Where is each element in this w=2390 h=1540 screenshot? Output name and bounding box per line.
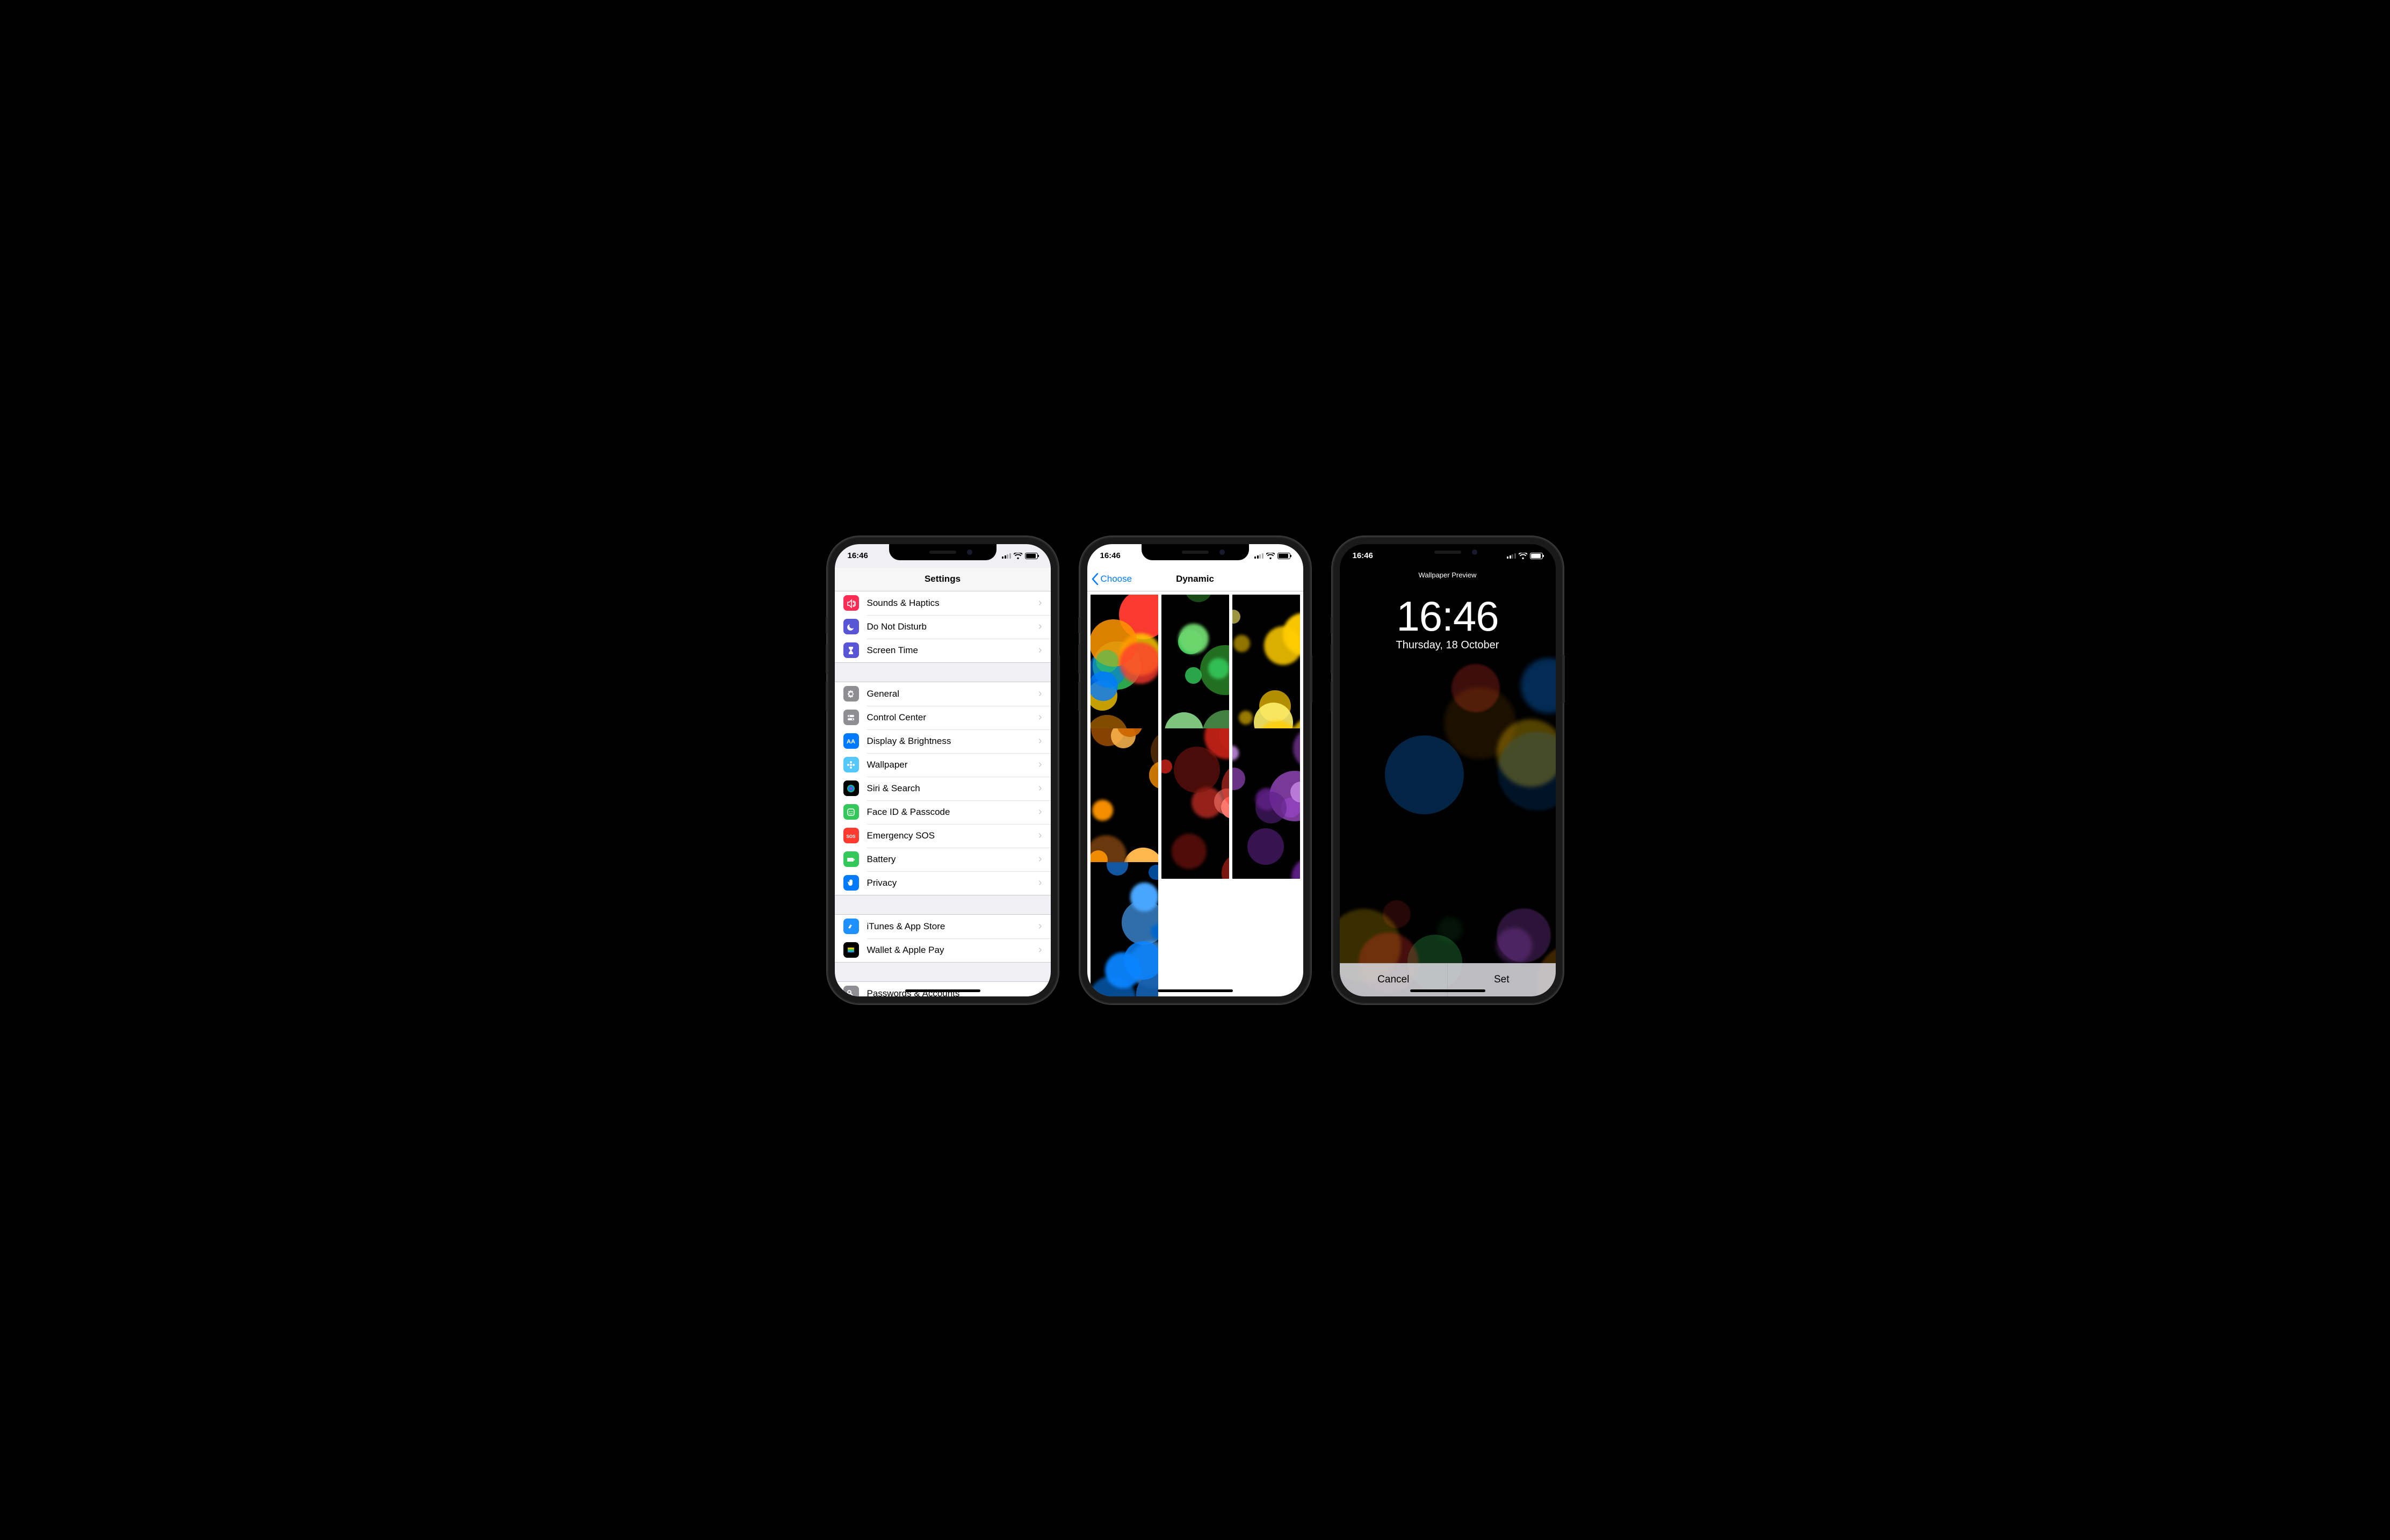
phone-settings: 16:46 Settings Sounds & Haptics›Do Not D… [827,537,1058,1004]
nav-title: Settings [835,568,1051,591]
home-indicator[interactable] [1410,989,1485,992]
row-label: Wallet & Apple Pay [867,945,1038,956]
switches-icon [843,710,859,725]
home-indicator[interactable] [905,989,980,992]
chevron-right-icon: › [1038,758,1042,771]
settings-row-wallpaper[interactable]: Wallpaper› [835,753,1051,777]
wallet-icon [843,942,859,958]
settings-row-do-not-disturb[interactable]: Do Not Disturb› [835,615,1051,639]
battery-icon [1277,553,1290,559]
battery-icon [1025,553,1038,559]
svg-text:AA: AA [847,739,855,745]
row-label: Face ID & Passcode [867,807,1038,818]
settings-row-battery[interactable]: Battery› [835,848,1051,871]
wifi-icon [1266,553,1275,559]
hourglass-icon [843,642,859,658]
settings-row-siri-search[interactable]: Siri & Search› [835,777,1051,800]
settings-row-itunes-app-store[interactable]: iTunes & App Store› [835,915,1051,938]
preview-title: Wallpaper Preview [1340,571,1556,579]
wallpaper-thumb-4[interactable] [1161,728,1229,879]
phone-preview: 16:46 Wallpaper Preview 16:46 Thursday, … [1332,537,1563,1004]
status-time: 16:46 [1100,551,1121,560]
speaker-icon [843,595,859,611]
row-label: General [867,689,1038,699]
lock-date: Thursday, 18 October [1340,639,1556,652]
hand-icon [843,875,859,891]
chevron-left-icon [1092,573,1099,585]
chevron-right-icon: › [1038,920,1042,932]
back-label: Choose [1101,574,1132,584]
sos-icon: SOS [843,828,859,843]
cellular-icon [1254,553,1263,559]
wallpaper-thumb-5[interactable] [1232,728,1300,879]
home-indicator[interactable] [1158,989,1233,992]
settings-row-sounds-haptics[interactable]: Sounds & Haptics› [835,591,1051,615]
chevron-right-icon: › [1038,829,1042,842]
settings-row-control-center[interactable]: Control Center› [835,706,1051,729]
back-button[interactable]: Choose [1092,573,1132,585]
nav-title: Dynamic [1176,574,1214,584]
phone-picker: 16:46 Choose Dynamic [1080,537,1311,1004]
chevron-right-icon: › [1038,620,1042,633]
chevron-right-icon: › [1038,597,1042,609]
chevron-right-icon: › [1038,782,1042,794]
appstore-icon [843,919,859,934]
settings-row-face-id-passcode[interactable]: Face ID & Passcode› [835,800,1051,824]
chevron-right-icon: › [1038,944,1042,956]
status-time: 16:46 [1353,551,1373,560]
settings-row-general[interactable]: General› [835,682,1051,706]
row-label: Display & Brightness [867,736,1038,747]
aa-icon: AA [843,733,859,749]
flower-icon [843,757,859,772]
row-label: Do Not Disturb [867,621,1038,632]
cellular-icon [1002,553,1011,559]
lock-time: 16:46 [1340,595,1556,637]
chevron-right-icon: › [1038,688,1042,700]
cellular-icon [1507,553,1516,559]
row-label: Control Center [867,712,1038,723]
wifi-icon [1014,553,1022,559]
wallpaper-thumb-3[interactable] [1091,728,1158,879]
chevron-right-icon: › [1038,711,1042,724]
settings-row-emergency-sos[interactable]: SOS Emergency SOS› [835,824,1051,848]
moon-icon [843,619,859,634]
key-icon [843,986,859,996]
row-label: Screen Time [867,645,1038,656]
row-label: Wallpaper [867,760,1038,770]
battery-icon [1530,553,1543,559]
chevron-right-icon: › [1038,806,1042,818]
svg-text:SOS: SOS [847,834,856,839]
wallpaper-thumb-1[interactable] [1161,595,1229,746]
chevron-right-icon: › [1038,877,1042,889]
row-label: Siri & Search [867,783,1038,794]
row-label: Sounds & Haptics [867,598,1038,609]
wallpaper-thumb-2[interactable] [1232,595,1300,746]
row-label: iTunes & App Store [867,921,1038,932]
row-label: Battery [867,854,1038,865]
wallpaper-thumb-0[interactable] [1091,595,1158,746]
chevron-right-icon: › [1038,853,1042,865]
chevron-right-icon: › [1038,735,1042,747]
lock-clock: 16:46 Thursday, 18 October [1340,595,1556,652]
settings-row-screen-time[interactable]: Screen Time› [835,639,1051,662]
siri-icon [843,780,859,796]
chevron-right-icon: › [1038,987,1042,996]
settings-row-wallet-apple-pay[interactable]: Wallet & Apple Pay› [835,938,1051,962]
gear-icon [843,686,859,702]
face-icon [843,804,859,820]
row-label: Emergency SOS [867,830,1038,841]
settings-row-privacy[interactable]: Privacy› [835,871,1051,895]
wallpaper-thumb-6[interactable] [1091,862,1158,996]
wifi-icon [1519,553,1527,559]
settings-row-display-brightness[interactable]: AA Display & Brightness› [835,729,1051,753]
status-time: 16:46 [848,551,868,560]
chevron-right-icon: › [1038,644,1042,656]
row-label: Privacy [867,878,1038,888]
battery-h-icon [843,851,859,867]
